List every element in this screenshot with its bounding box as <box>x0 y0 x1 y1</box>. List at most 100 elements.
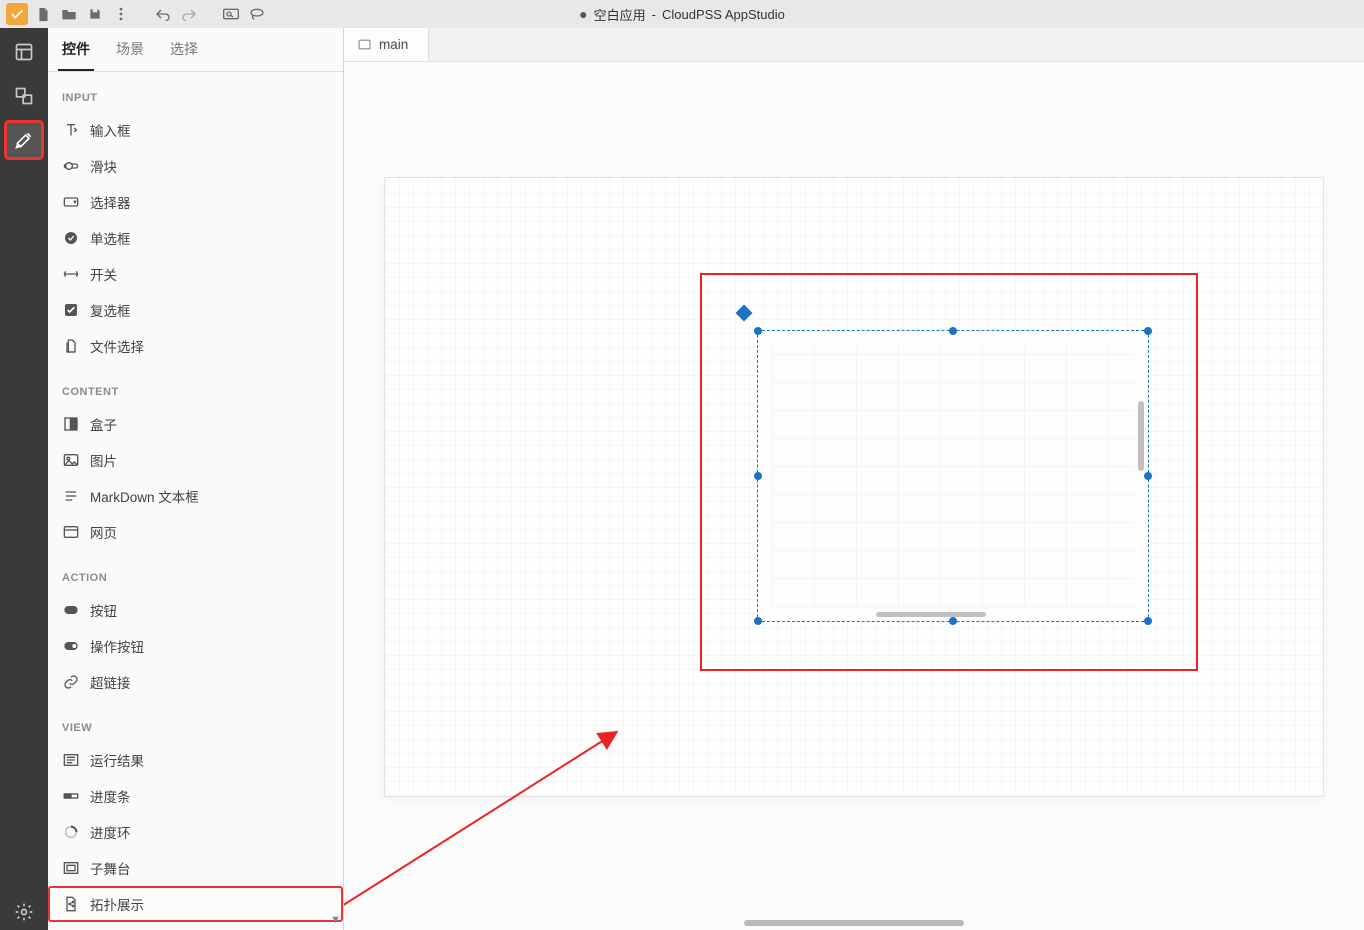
redo-icon[interactable] <box>178 3 200 25</box>
image-icon <box>62 451 80 469</box>
window-title: ● 空白应用 - CloudPSS AppStudio <box>579 5 785 24</box>
widget-label: MarkDown 文本框 <box>90 486 199 506</box>
scroll-down-icon[interactable]: ▼ <box>330 914 341 926</box>
widget-button[interactable]: 按钮 <box>48 592 343 628</box>
topology-icon <box>62 895 80 913</box>
widget-label: 复选框 <box>90 300 131 320</box>
modified-dot-icon: ● <box>579 6 587 22</box>
new-file-icon[interactable] <box>32 3 54 25</box>
sidebar-panel: 控件 场景 选择 INPUT 输入框 滑块 选择器 单选框 开关 复选框 文件选… <box>48 28 344 930</box>
inner-scrollbar-h[interactable] <box>876 612 986 617</box>
widget-label: 子舞台 <box>90 858 131 878</box>
widget-progressring[interactable]: 进度环 <box>48 814 343 850</box>
widget-topology[interactable]: 拓扑展示 <box>48 886 343 922</box>
widget-label: 盒子 <box>90 414 117 434</box>
canvas-scrollbar-h[interactable] <box>744 920 964 926</box>
rail-dashboard[interactable] <box>6 34 42 70</box>
widget-label: 开关 <box>90 264 117 284</box>
top-toolbar: ● 空白应用 - CloudPSS AppStudio <box>0 0 1364 28</box>
artboard[interactable] <box>384 177 1324 797</box>
widget-label: 进度条 <box>90 786 131 806</box>
slider-icon <box>62 157 80 175</box>
resize-handle-bl[interactable] <box>754 617 762 625</box>
widget-label: 操作按钮 <box>90 636 144 656</box>
widget-web[interactable]: 网页 <box>48 514 343 550</box>
widget-file[interactable]: 文件选择 <box>48 328 343 364</box>
widget-switch[interactable]: 开关 <box>48 256 343 292</box>
section-title-action: ACTION <box>48 558 343 592</box>
resize-handle-tm[interactable] <box>949 327 957 335</box>
markdown-icon <box>62 487 80 505</box>
section-view: VIEW 运行结果 进度条 进度环 子舞台 拓扑展示 <box>48 702 343 924</box>
file-tab-main[interactable]: main <box>344 28 429 61</box>
widget-select[interactable]: 选择器 <box>48 184 343 220</box>
lasso-icon[interactable] <box>246 3 268 25</box>
select-icon <box>62 193 80 211</box>
opbutton-icon <box>62 637 80 655</box>
widget-opbutton[interactable]: 操作按钮 <box>48 628 343 664</box>
resize-handle-ml[interactable] <box>754 472 762 480</box>
widget-input-text[interactable]: 输入框 <box>48 112 343 148</box>
widget-label: 按钮 <box>90 600 117 620</box>
search-box-icon[interactable] <box>220 3 242 25</box>
save-icon[interactable] <box>84 3 106 25</box>
substage-icon <box>62 859 80 877</box>
section-title-input: INPUT <box>48 78 343 112</box>
file-tab-label: main <box>379 37 408 52</box>
section-input: INPUT 输入框 滑块 选择器 单选框 开关 复选框 文件选择 <box>48 72 343 366</box>
section-action: ACTION 按钮 操作按钮 超链接 <box>48 552 343 702</box>
canvas[interactable] <box>344 62 1364 930</box>
section-title-content: CONTENT <box>48 372 343 406</box>
resize-handle-tl[interactable] <box>754 327 762 335</box>
result-icon <box>62 751 80 769</box>
selected-widget[interactable] <box>757 330 1149 622</box>
button-icon <box>62 601 80 619</box>
inner-scrollbar-v[interactable] <box>1138 401 1144 471</box>
rail-layers[interactable] <box>6 78 42 114</box>
tab-widgets[interactable]: 控件 <box>58 29 94 71</box>
widget-grid-bg <box>772 345 1134 607</box>
more-icon[interactable] <box>110 3 132 25</box>
tab-selection[interactable]: 选择 <box>166 29 202 71</box>
widget-radio[interactable]: 单选框 <box>48 220 343 256</box>
rail-tools[interactable] <box>6 122 42 158</box>
widget-label: 文件选择 <box>90 336 144 356</box>
widget-image[interactable]: 图片 <box>48 442 343 478</box>
main-area: main <box>344 28 1364 930</box>
rail-settings[interactable] <box>6 894 42 930</box>
box-icon <box>62 415 80 433</box>
web-icon <box>62 523 80 541</box>
widget-label: 输入框 <box>90 120 131 140</box>
progressbar-icon <box>62 787 80 805</box>
switch-icon <box>62 265 80 283</box>
open-folder-icon[interactable] <box>58 3 80 25</box>
undo-icon[interactable] <box>152 3 174 25</box>
widget-slider[interactable]: 滑块 <box>48 148 343 184</box>
resize-handle-bm[interactable] <box>949 617 957 625</box>
widget-progressbar[interactable]: 进度条 <box>48 778 343 814</box>
tab-scenes[interactable]: 场景 <box>112 29 148 71</box>
widget-label: 图片 <box>90 450 117 470</box>
resize-handle-tr[interactable] <box>1144 327 1152 335</box>
resize-handle-mr[interactable] <box>1144 472 1152 480</box>
sidebar-tabs: 控件 场景 选择 <box>48 28 343 72</box>
progressring-icon <box>62 823 80 841</box>
checkbox-icon <box>62 301 80 319</box>
widget-markdown[interactable]: MarkDown 文本框 <box>48 478 343 514</box>
left-rail <box>0 28 48 930</box>
widget-label: 滑块 <box>90 156 117 176</box>
widget-checkbox[interactable]: 复选框 <box>48 292 343 328</box>
link-icon <box>62 673 80 691</box>
widget-label: 选择器 <box>90 192 131 212</box>
widget-substage[interactable]: 子舞台 <box>48 850 343 886</box>
resize-handle-br[interactable] <box>1144 617 1152 625</box>
app-logo[interactable] <box>6 3 28 25</box>
tab-bar: main <box>344 28 1364 62</box>
section-title-view: VIEW <box>48 708 343 742</box>
widget-box[interactable]: 盒子 <box>48 406 343 442</box>
file-icon <box>62 337 80 355</box>
widget-result[interactable]: 运行结果 <box>48 742 343 778</box>
widget-link[interactable]: 超链接 <box>48 664 343 700</box>
widget-label: 网页 <box>90 522 117 542</box>
section-content: CONTENT 盒子 图片 MarkDown 文本框 网页 <box>48 366 343 552</box>
